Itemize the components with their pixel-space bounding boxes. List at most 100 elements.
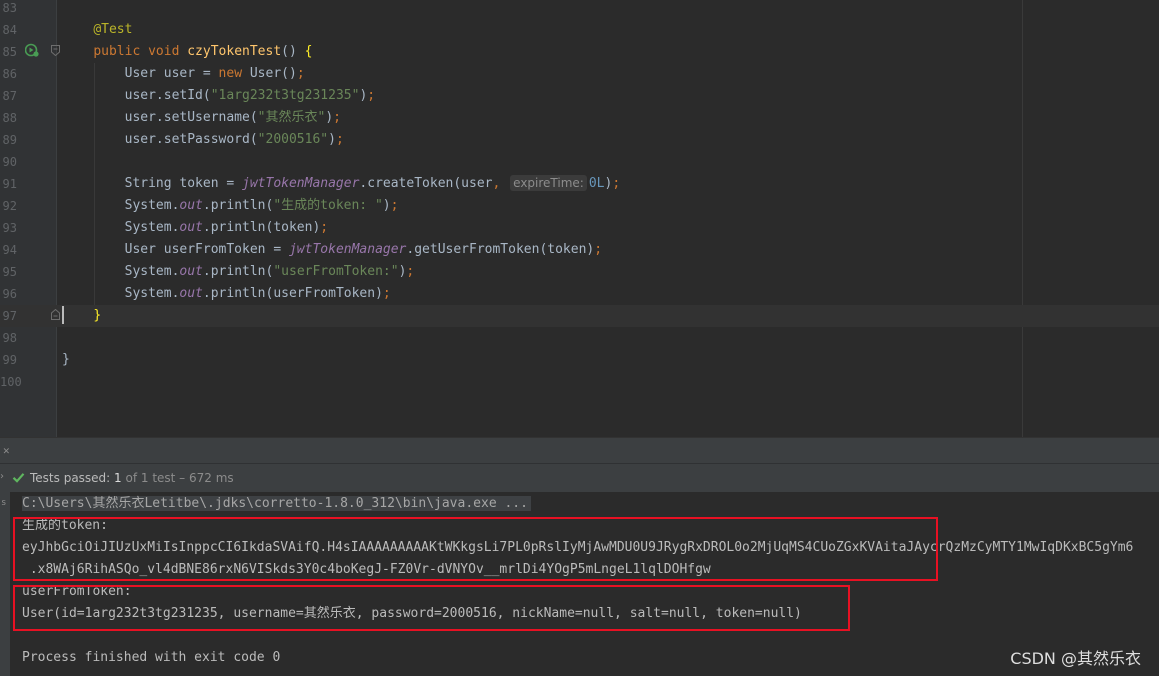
code-token: "其然乐衣"	[257, 110, 326, 125]
status-suffix: of 1 test – 672 ms	[121, 471, 234, 485]
line-number[interactable]: 84	[0, 19, 17, 41]
code-text[interactable]: String token = jwtTokenManager.createTok…	[62, 173, 620, 195]
run-test-icon[interactable]	[25, 43, 39, 57]
chevron-right-icon[interactable]: ›	[0, 471, 4, 482]
code-line[interactable]: 85 public void czyTokenTest() {	[0, 41, 1159, 63]
code-token: .println(	[202, 198, 274, 213]
line-number[interactable]: 91	[0, 173, 17, 195]
code-line[interactable]: 90	[0, 151, 1159, 173]
line-number[interactable]: 99	[0, 349, 17, 371]
code-token: ;	[320, 220, 329, 235]
code-editor[interactable]: 83 84 @Test 85 public void czyTokenTest() …	[0, 0, 1159, 437]
line-number[interactable]: 89	[0, 129, 17, 151]
code-text[interactable]: public void czyTokenTest() {	[62, 41, 312, 63]
line-number[interactable]: 94	[0, 239, 17, 261]
code-text[interactable]: System.out.println(token);	[62, 217, 329, 239]
line-number[interactable]: 83	[0, 0, 17, 19]
code-line[interactable]: 99}	[0, 349, 1159, 371]
code-text[interactable]: System.out.println(userFromToken);	[62, 283, 391, 305]
code-text[interactable]: user.setPassword("2000516");	[62, 129, 344, 151]
text-caret	[62, 306, 64, 324]
code-line[interactable]: 86 User user = new User();	[0, 63, 1159, 85]
code-line[interactable]: 83	[0, 0, 1159, 19]
line-number[interactable]: 87	[0, 85, 17, 107]
code-token: User()	[249, 66, 297, 81]
code-token: User user =	[62, 66, 219, 81]
code-token: ,	[492, 176, 509, 191]
code-line[interactable]: 88 user.setUsername("其然乐衣");	[0, 107, 1159, 129]
line-number[interactable]: 85	[0, 41, 17, 63]
code-text[interactable]: System.out.println("生成的token: ");	[62, 195, 399, 217]
code-token: "生成的token: "	[273, 198, 383, 213]
code-lines[interactable]: 83 84 @Test 85 public void czyTokenTest() …	[0, 0, 1159, 393]
test-status-bar: › Tests passed: 1 of 1 test – 672 ms	[0, 463, 1159, 493]
code-text[interactable]: }	[62, 305, 101, 327]
code-line[interactable]: 96 System.out.println(userFromToken);	[0, 283, 1159, 305]
code-text[interactable]: User userFromToken = jwtTokenManager.get…	[62, 239, 602, 261]
code-token: out	[179, 264, 203, 279]
code-token: "1arg232t3tg231235"	[210, 88, 360, 103]
code-text[interactable]: User user = new User();	[62, 63, 305, 85]
code-token: ;	[382, 286, 391, 301]
code-token: jwtTokenManager	[242, 176, 360, 191]
code-line[interactable]: 97 }	[0, 305, 1159, 327]
code-line[interactable]: 95 System.out.println("userFromToken:");	[0, 261, 1159, 283]
code-token: jwtTokenManager	[288, 242, 407, 257]
run-tool-window-header[interactable]: ✕	[0, 437, 1159, 464]
highlight-box-token	[13, 517, 938, 581]
code-text[interactable]: }	[62, 349, 70, 371]
code-token: .println(token)	[202, 220, 321, 235]
code-token: String token =	[62, 176, 243, 191]
code-token: "2000516"	[257, 132, 329, 147]
line-number[interactable]: 96	[0, 283, 17, 305]
code-token: user.setUsername(	[62, 110, 258, 125]
parameter-hint: expireTime:	[510, 175, 587, 191]
line-number[interactable]: 90	[0, 151, 17, 173]
line-number[interactable]: 98	[0, 327, 17, 349]
code-line[interactable]: 92 System.out.println("生成的token: ");	[0, 195, 1159, 217]
line-number[interactable]: 100	[0, 371, 22, 393]
code-token: ;	[612, 176, 621, 191]
code-text[interactable]: System.out.println("userFromToken:");	[62, 261, 415, 283]
code-text[interactable]: user.setUsername("其然乐衣");	[62, 107, 341, 129]
line-number[interactable]: 97	[0, 305, 17, 327]
line-number[interactable]: 93	[0, 217, 17, 239]
code-token: System.	[62, 198, 180, 213]
code-line[interactable]: 100	[0, 371, 1159, 393]
code-line[interactable]: 94 User userFromToken = jwtTokenManager.…	[0, 239, 1159, 261]
line-number[interactable]: 92	[0, 195, 17, 217]
csdn-watermark: CSDN @其然乐衣	[1010, 649, 1141, 668]
code-line[interactable]: 93 System.out.println(token);	[0, 217, 1159, 239]
code-token: }	[62, 352, 70, 367]
java-command[interactable]: C:\Users\其然乐衣Letitbe\.jdks\corretto-1.8.…	[22, 496, 531, 511]
code-line[interactable]: 89 user.setPassword("2000516");	[0, 129, 1159, 151]
code-token: ;	[296, 66, 305, 81]
code-token: 0L	[588, 176, 605, 191]
code-token: @Test	[93, 22, 133, 37]
line-number[interactable]: 88	[0, 107, 17, 129]
console-side-strip: s	[0, 492, 10, 676]
console-command-line[interactable]: C:\Users\其然乐衣Letitbe\.jdks\corretto-1.8.…	[22, 493, 531, 515]
code-token: ;	[335, 132, 344, 147]
code-token: ;	[333, 110, 341, 125]
side-strip-mark: s	[1, 498, 7, 508]
line-number[interactable]: 86	[0, 63, 17, 85]
code-token: user.setId(	[62, 88, 211, 103]
close-tool-window-icon[interactable]: ✕	[3, 444, 10, 457]
code-line[interactable]: 84 @Test	[0, 19, 1159, 41]
fold-method-icon[interactable]	[51, 45, 60, 56]
code-token: .println(userFromToken)	[202, 286, 383, 301]
code-token: ()	[281, 44, 305, 59]
fold-end-icon[interactable]	[51, 309, 60, 320]
code-text[interactable]: user.setId("1arg232t3tg231235");	[62, 85, 375, 107]
code-line[interactable]: 87 user.setId("1arg232t3tg231235");	[0, 85, 1159, 107]
console-output[interactable]: s C:\Users\其然乐衣Letitbe\.jdks\corretto-1.…	[0, 492, 1159, 676]
code-token: )	[382, 198, 391, 213]
code-line[interactable]: 91 String token = jwtTokenManager.create…	[0, 173, 1159, 195]
code-token: )	[325, 110, 334, 125]
code-token: out	[179, 198, 203, 213]
line-number[interactable]: 95	[0, 261, 17, 283]
code-text[interactable]: @Test	[62, 19, 132, 41]
code-line[interactable]: 98	[0, 327, 1159, 349]
